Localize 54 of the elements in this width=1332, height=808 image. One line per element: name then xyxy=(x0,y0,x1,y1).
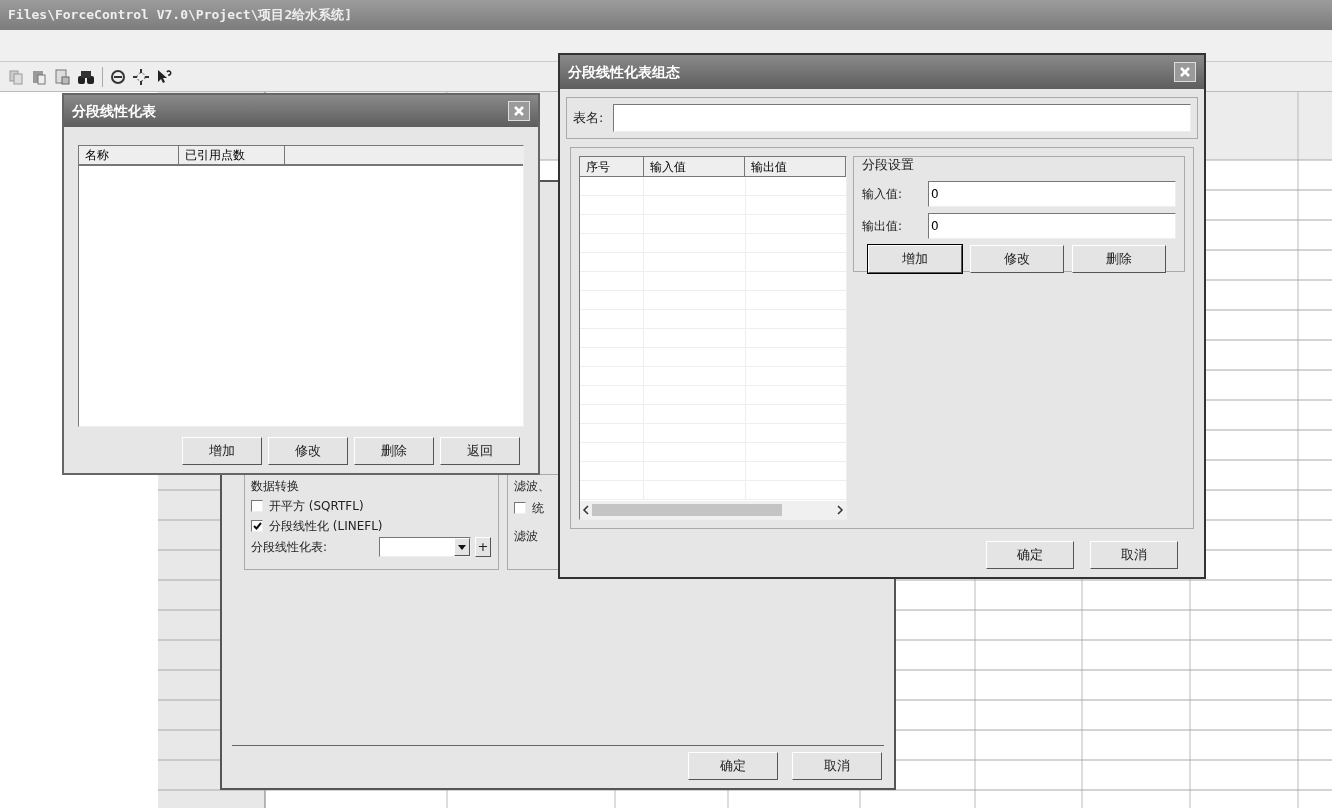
close-button[interactable] xyxy=(1174,62,1196,82)
dialog-button[interactable]: 删除 xyxy=(354,437,434,465)
dialog-button[interactable]: 确定 xyxy=(688,752,778,780)
column-header[interactable]: 输出值 xyxy=(744,157,846,176)
value-field[interactable]: 0 xyxy=(928,212,1176,239)
checkbox[interactable] xyxy=(251,500,263,512)
checkbox[interactable] xyxy=(514,502,526,514)
close-button[interactable] xyxy=(508,101,530,121)
dialog-button[interactable]: 修改 xyxy=(268,437,348,465)
crosshair-icon xyxy=(133,68,149,85)
table-name-field[interactable] xyxy=(613,104,1191,132)
dialog-button[interactable]: 增加 xyxy=(182,437,262,465)
column-header[interactable]: 序号 xyxy=(580,157,644,176)
checkbox-label: 统 xyxy=(532,500,544,517)
checkmark-icon xyxy=(252,522,262,530)
column-header[interactable]: 输入值 xyxy=(643,157,745,176)
close-icon xyxy=(1179,66,1191,78)
app-title: Files\ForceControl V7.0\Project\项目2给水系统] xyxy=(8,6,353,25)
group-title: 分段设置 xyxy=(862,156,915,174)
checkbox-label: 开平方 (SQRTFL) xyxy=(269,498,364,515)
dialog-title: 分段线性化表 xyxy=(72,101,156,121)
document-icon xyxy=(54,68,70,85)
field-label: 滤波 xyxy=(514,528,539,545)
field-label: 输出值: xyxy=(862,217,904,235)
close-icon xyxy=(513,105,525,117)
dialog-button[interactable]: 取消 xyxy=(792,752,882,780)
dropdown-arrow-icon xyxy=(458,544,466,550)
field-label: 分段线性化表: xyxy=(251,539,329,556)
table-select[interactable] xyxy=(379,537,471,557)
value-field[interactable]: 0 xyxy=(928,180,1176,207)
paste-icon xyxy=(31,68,47,85)
dialog-button[interactable]: 修改 xyxy=(970,244,1064,273)
dialog-button[interactable]: 删除 xyxy=(1072,244,1166,273)
circle-minus-icon xyxy=(110,68,126,85)
help-pointer-icon xyxy=(156,68,172,85)
dialog-button[interactable]: 返回 xyxy=(440,437,520,465)
checkbox-label: 分段线性化 (LINEFL) xyxy=(269,518,383,535)
column-header[interactable]: 已引用点数 xyxy=(179,146,285,164)
horizontal-scrollbar[interactable] xyxy=(580,501,846,519)
dialog-button[interactable]: 取消 xyxy=(1090,541,1178,569)
column-header[interactable]: 名称 xyxy=(79,146,179,164)
group-title: 数据转换 xyxy=(251,478,300,495)
checkbox[interactable] xyxy=(251,520,263,532)
scroll-left-icon xyxy=(582,505,590,515)
field-label: 输入值: xyxy=(862,185,904,203)
dialog-title: 分段线性化表组态 xyxy=(568,62,680,82)
binoculars-icon xyxy=(77,68,95,85)
scroll-right-icon xyxy=(836,505,844,515)
dialog-button[interactable]: + xyxy=(475,537,491,557)
field-label: 表名: xyxy=(573,109,604,128)
dialog-button[interactable]: 确定 xyxy=(986,541,1074,569)
dialog-button[interactable]: 增加 xyxy=(868,244,962,273)
copy-icon xyxy=(8,68,24,85)
group-title: 滤波、 xyxy=(514,478,551,495)
